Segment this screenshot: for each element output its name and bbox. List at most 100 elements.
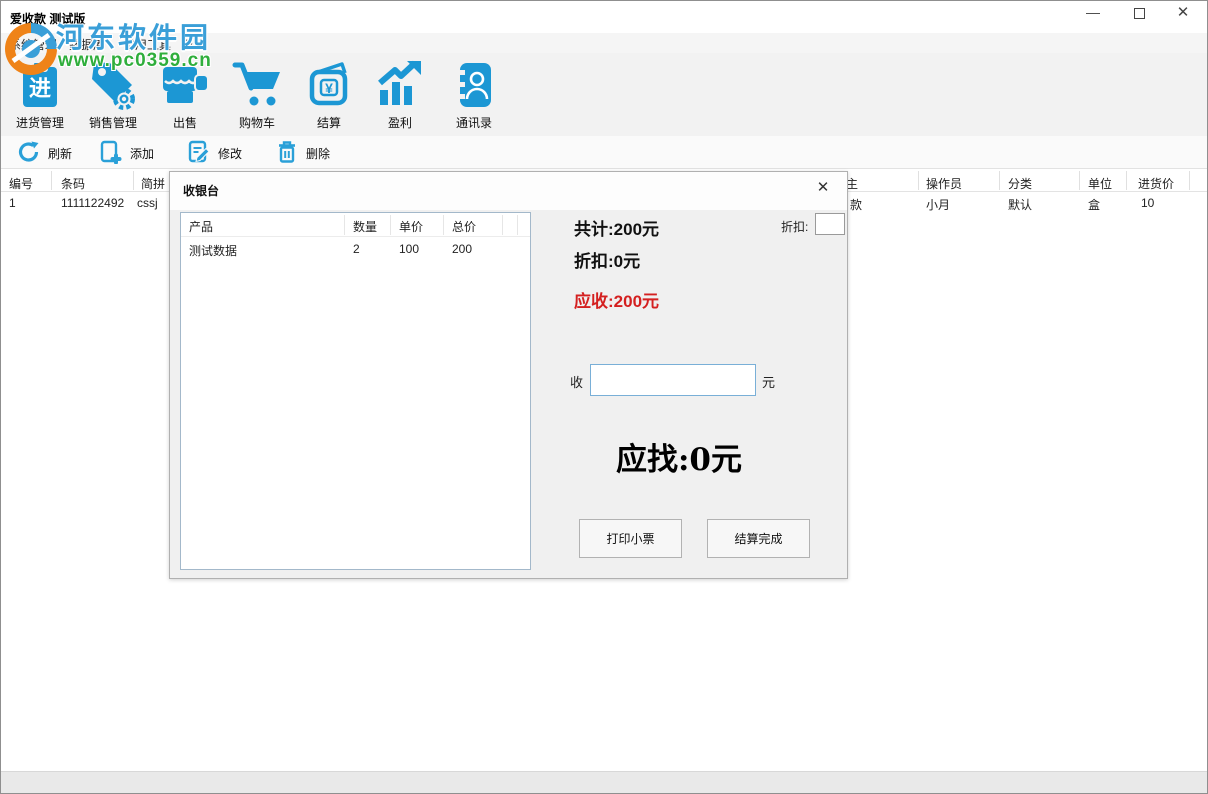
menubar: 系统管理 数据库 常用工具 帮助 xyxy=(1,33,1207,53)
col-unit[interactable]: 单位 xyxy=(1088,175,1112,192)
column-divider xyxy=(443,215,444,235)
column-divider xyxy=(1079,171,1080,190)
toolbar-label: 进货管理 xyxy=(3,114,77,131)
toolbar-label: 销售管理 xyxy=(76,114,150,131)
close-icon: ✕ xyxy=(1177,4,1190,21)
toolbar-label: 结算 xyxy=(292,114,366,131)
toolbar-sell[interactable]: 出售 xyxy=(148,59,222,135)
cart-cell-price: 100 xyxy=(399,242,419,256)
toolbar-label: 购物车 xyxy=(220,114,294,131)
toolbar-cart[interactable]: 购物车 xyxy=(220,59,294,135)
received-unit-label: 元 xyxy=(762,372,775,391)
app-window: 爱收款 测试版 — ✕ 系统管理 数据库 常用工具 帮助 进 进货管理 xyxy=(0,0,1208,794)
col-barcode[interactable]: 条码 xyxy=(61,175,85,192)
cart-col-price[interactable]: 单价 xyxy=(399,218,423,235)
cell-category: 默认 xyxy=(1008,196,1032,213)
col-purchase-price[interactable]: 进货价 xyxy=(1138,175,1174,192)
cell-pinyin: cssj xyxy=(137,196,158,210)
add-icon xyxy=(99,140,123,167)
change-due-text: 应找:0元 xyxy=(549,434,809,479)
close-icon: ✕ xyxy=(817,179,830,196)
cell-operator: 小月 xyxy=(926,196,950,213)
checkout-icon: ¥ xyxy=(292,59,366,111)
main-toolbar: 进 进货管理 销售管理 xyxy=(1,53,1207,136)
sell-icon xyxy=(148,59,222,111)
edit-button[interactable]: 修改 xyxy=(187,140,242,166)
column-divider xyxy=(390,215,391,235)
dialog-titlebar: 收银台 ✕ xyxy=(170,172,847,210)
titlebar: 爱收款 测试版 — ✕ xyxy=(1,1,1207,33)
cell-unit: 盒 xyxy=(1088,196,1100,213)
toolbar-label: 出售 xyxy=(148,114,222,131)
action-label: 修改 xyxy=(218,145,242,162)
refresh-icon xyxy=(17,140,41,167)
discount-input[interactable] xyxy=(815,213,845,235)
cart-cell-total: 200 xyxy=(452,242,472,256)
column-divider xyxy=(1126,171,1127,190)
finish-settlement-button[interactable]: 结算完成 xyxy=(707,519,810,558)
cart-cell-product: 测试数据 xyxy=(189,242,237,259)
dialog-close-button[interactable]: ✕ xyxy=(813,178,833,198)
maximize-icon xyxy=(1134,8,1145,19)
profit-icon xyxy=(363,59,437,111)
contacts-icon xyxy=(437,59,511,111)
col-pinyin[interactable]: 简拼 xyxy=(141,175,165,192)
refresh-button[interactable]: 刷新 xyxy=(17,140,72,166)
menu-database[interactable]: 数据库 xyxy=(69,36,105,53)
edit-icon xyxy=(187,140,211,167)
receivable-text: 应收:200元 xyxy=(574,287,659,312)
cart-icon xyxy=(220,59,294,111)
column-divider xyxy=(502,215,503,235)
toolbar-checkout[interactable]: ¥ 结算 xyxy=(292,59,366,135)
minimize-button[interactable]: — xyxy=(1073,1,1113,27)
close-button[interactable]: ✕ xyxy=(1163,1,1203,27)
cell-clipped-fragment: 款 xyxy=(850,196,862,213)
status-bar xyxy=(1,771,1208,794)
cart-col-qty[interactable]: 数量 xyxy=(353,218,377,235)
column-divider xyxy=(344,215,345,235)
purchase-management-icon: 进 xyxy=(3,59,77,111)
menu-tools[interactable]: 常用工具 xyxy=(123,36,171,53)
column-divider xyxy=(517,215,518,235)
col-id[interactable]: 编号 xyxy=(9,175,33,192)
action-label: 刷新 xyxy=(48,145,72,162)
window-title: 爱收款 测试版 xyxy=(10,10,85,27)
toolbar-sales-management[interactable]: 销售管理 xyxy=(76,59,150,135)
discount-input-label: 折扣: xyxy=(781,218,808,235)
toolbar-profit[interactable]: 盈利 xyxy=(363,59,437,135)
cell-barcode: 1111122492 xyxy=(61,196,124,210)
delete-button[interactable]: 删除 xyxy=(275,140,330,166)
action-label: 添加 xyxy=(130,145,154,162)
cart-list-header: 产品 数量 单价 总价 xyxy=(181,213,530,237)
menu-system[interactable]: 系统管理 xyxy=(9,36,57,53)
toolbar-purchase-management[interactable]: 进 进货管理 xyxy=(3,59,77,135)
cart-col-total[interactable]: 总价 xyxy=(452,218,476,235)
discount-text: 折扣:0元 xyxy=(574,247,640,272)
received-label: 收 xyxy=(570,372,583,391)
toolbar-label: 通讯录 xyxy=(437,114,511,131)
column-divider xyxy=(1189,171,1190,190)
col-category[interactable]: 分类 xyxy=(1008,175,1032,192)
column-divider xyxy=(51,171,52,190)
action-label: 删除 xyxy=(306,145,330,162)
cart-list: 产品 数量 单价 总价 测试数据 2 100 200 xyxy=(180,212,531,570)
toolbar-label: 盈利 xyxy=(363,114,437,131)
add-button[interactable]: 添加 xyxy=(99,140,154,166)
column-divider xyxy=(918,171,919,190)
action-toolbar: 刷新 添加 修改 xyxy=(1,136,1207,169)
column-divider xyxy=(999,171,1000,190)
dialog-title: 收银台 xyxy=(183,182,219,199)
toolbar-contacts[interactable]: 通讯录 xyxy=(437,59,511,135)
svg-text:进: 进 xyxy=(29,76,51,101)
received-input[interactable] xyxy=(590,364,756,396)
maximize-button[interactable] xyxy=(1119,1,1159,27)
col-operator[interactable]: 操作员 xyxy=(926,175,962,192)
menu-help[interactable]: 帮助 xyxy=(181,36,205,53)
cart-col-product[interactable]: 产品 xyxy=(189,218,213,235)
cell-purchase-price: 10 xyxy=(1141,196,1154,210)
sales-management-icon xyxy=(76,59,150,111)
cashier-dialog: 收银台 ✕ 产品 数量 单价 总价 测试数据 2 100 200 共计: xyxy=(169,171,848,579)
cart-cell-qty: 2 xyxy=(353,242,360,256)
print-receipt-button[interactable]: 打印小票 xyxy=(579,519,682,558)
svg-text:¥: ¥ xyxy=(325,80,333,96)
